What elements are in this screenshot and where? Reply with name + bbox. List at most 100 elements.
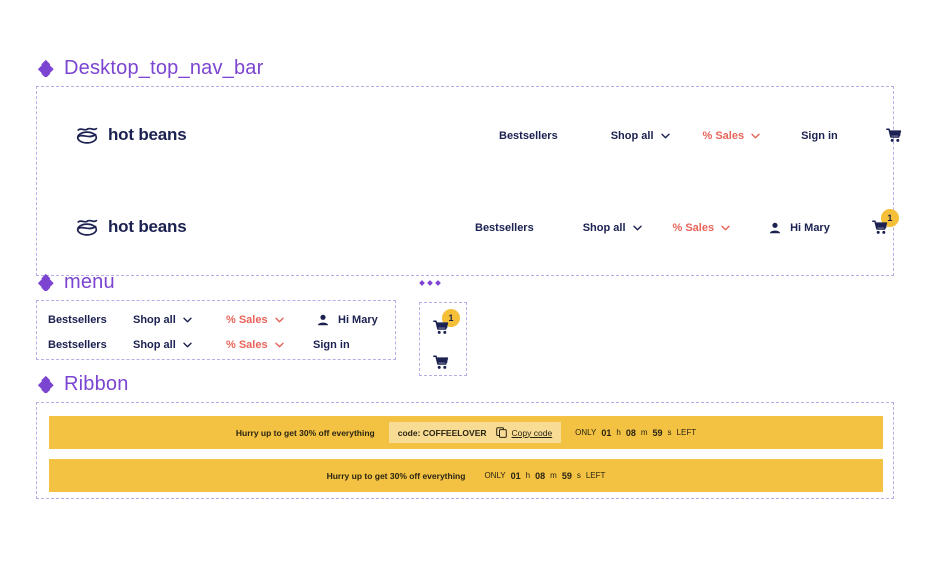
frame-desktop-top-nav-bar: hot beans Bestsellers Shop all % Sales S… [36, 86, 901, 276]
chevron-down-icon [721, 225, 730, 231]
menu-link-bestsellers-label: Bestsellers [48, 314, 107, 326]
menu-link-shop-all[interactable]: Shop all [133, 339, 192, 351]
frame-label-ribbon[interactable]: Ribbon [37, 373, 129, 395]
countdown-minutes-unit: m [550, 471, 557, 480]
nav-link-sales[interactable]: % Sales [703, 130, 761, 142]
frame-label-cart-component[interactable] [419, 279, 443, 287]
countdown-hours: 01 [510, 470, 521, 481]
menu-account-sign-in[interactable]: Sign in [313, 339, 350, 351]
countdown-hours-unit: h [525, 471, 531, 480]
chevron-down-icon [274, 342, 284, 348]
cart-button-guest[interactable] [885, 128, 902, 143]
nav-links-guest: Bestsellers Shop all % Sales Sign in [499, 128, 902, 143]
nav-link-sales-label: % Sales [672, 221, 715, 234]
copy-icon [495, 427, 507, 438]
nav-link-bestsellers[interactable]: Bestsellers [475, 222, 534, 234]
nav-link-shop-all[interactable]: Shop all [583, 222, 642, 234]
frame-label-text: menu [64, 271, 115, 293]
shopping-cart-icon [871, 220, 887, 234]
cart-button-logged-in[interactable]: 1 [871, 209, 899, 235]
nav-link-shop-all-label: Shop all [610, 129, 654, 142]
countdown-seconds-unit: s [576, 471, 581, 480]
chevron-down-icon [660, 133, 670, 139]
countdown-seconds-unit: s [667, 428, 672, 437]
shopping-cart-icon [433, 320, 449, 334]
nav-bar-guest: hot beans Bestsellers Shop all % Sales S… [37, 120, 901, 156]
menu-link-shop-all[interactable]: Shop all [133, 314, 192, 326]
countdown-timer: ONLY 01 h 08 m 59 s LEFT [575, 428, 696, 438]
menu-link-bestsellers[interactable]: Bestsellers [48, 314, 107, 326]
menu-link-sales[interactable]: % Sales [226, 339, 284, 351]
diamond-cluster-icon [37, 59, 55, 78]
menu-link-sales[interactable]: % Sales [226, 314, 284, 326]
chevron-down-icon [632, 225, 642, 231]
nav-link-sales[interactable]: % Sales [673, 222, 731, 234]
copy-code-label: Copy code [511, 427, 553, 438]
account-link-hi-mary[interactable]: Hi Mary [769, 222, 830, 234]
menu-link-sales-label: % Sales [226, 314, 268, 326]
coffee-bean-wave-logo-icon [75, 217, 99, 237]
diamond-dots-icon [419, 279, 443, 287]
menu-account-label: Sign in [313, 339, 350, 351]
cart-state-empty[interactable] [433, 355, 449, 370]
chevron-down-icon [274, 317, 284, 323]
chevron-down-icon [183, 342, 192, 348]
frame-label-desktop-top-nav-bar[interactable]: Desktop_top_nav_bar [37, 57, 264, 79]
menu-link-sales-label: % Sales [226, 339, 268, 351]
copy-code-button[interactable]: Copy code [495, 427, 553, 438]
coffee-bean-wave-logo-icon [75, 125, 99, 145]
menu-link-shop-all-label: Shop all [133, 339, 176, 351]
nav-link-sign-in[interactable]: Sign in [801, 130, 838, 142]
countdown-prefix: ONLY [575, 428, 597, 437]
shopping-cart-icon [885, 128, 901, 142]
nav-link-sales-label: % Sales [702, 129, 745, 142]
frame-label-text: Desktop_top_nav_bar [64, 57, 264, 79]
menu-link-bestsellers[interactable]: Bestsellers [48, 339, 107, 351]
frame-label-text: Ribbon [64, 373, 129, 395]
promo-code-text: code: COFFEELOVER [397, 427, 487, 438]
nav-links-logged-in: Bestsellers Shop all % Sales Hi Mary 1 [475, 209, 899, 235]
nav-link-bestsellers-label: Bestsellers [499, 129, 558, 142]
menu-link-shop-all-label: Shop all [133, 314, 176, 326]
menu-row: Bestsellers Shop all % Sales Hi Mary [37, 312, 395, 328]
brand-logo-hot-beans[interactable]: hot beans [75, 217, 187, 237]
countdown-suffix: LEFT [676, 428, 697, 437]
countdown-minutes: 08 [625, 427, 636, 438]
countdown-hours-unit: h [616, 428, 621, 437]
nav-link-bestsellers-label: Bestsellers [475, 221, 534, 234]
promo-ribbon-with-code: Hurry up to get 30% off everything code:… [49, 416, 883, 449]
countdown-seconds: 59 [652, 427, 663, 438]
menu-row: Bestsellers Shop all % Sales Sign in [37, 337, 395, 353]
account-link-label: Hi Mary [790, 221, 830, 234]
person-icon [317, 314, 329, 326]
nav-link-shop-all-label: Shop all [582, 221, 626, 234]
nav-link-shop-all[interactable]: Shop all [611, 130, 670, 142]
promo-message: Hurry up to get 30% off everything [326, 470, 466, 481]
countdown-prefix: ONLY [484, 471, 506, 480]
chevron-down-icon [183, 317, 192, 323]
countdown-minutes-unit: m [640, 428, 648, 437]
frame-menu: Bestsellers Shop all % Sales Hi Mary Bes… [36, 300, 396, 360]
frame-cart-component: 1 [419, 302, 467, 376]
countdown-minutes: 08 [535, 470, 546, 481]
nav-bar-logged-in: hot beans Bestsellers Shop all % Sales H… [37, 209, 899, 248]
diamond-cluster-icon [37, 375, 55, 394]
menu-account-hi-mary[interactable]: Hi Mary [317, 314, 378, 326]
design-canvas: Desktop_top_nav_bar hot beans Bestseller… [0, 0, 940, 564]
countdown-seconds: 59 [561, 470, 572, 481]
countdown-timer: ONLY 01 h 08 m 59 s LEFT [484, 471, 605, 481]
cart-state-with-items[interactable]: 1 [433, 309, 460, 335]
brand-name: hot beans [108, 217, 187, 236]
chevron-down-icon [751, 133, 760, 139]
countdown-suffix: LEFT [585, 471, 606, 480]
nav-link-sign-in-label: Sign in [801, 129, 838, 142]
shopping-cart-icon [433, 355, 449, 369]
frame-ribbon: Hurry up to get 30% off everything code:… [36, 402, 894, 499]
diamond-cluster-icon [37, 273, 55, 292]
frame-label-menu[interactable]: menu [37, 271, 115, 293]
nav-link-bestsellers[interactable]: Bestsellers [499, 130, 558, 142]
promo-code-pill: code: COFFEELOVER Copy code [388, 422, 562, 443]
brand-name: hot beans [108, 125, 187, 144]
countdown-hours: 01 [601, 427, 612, 438]
brand-logo-hot-beans[interactable]: hot beans [75, 125, 187, 145]
